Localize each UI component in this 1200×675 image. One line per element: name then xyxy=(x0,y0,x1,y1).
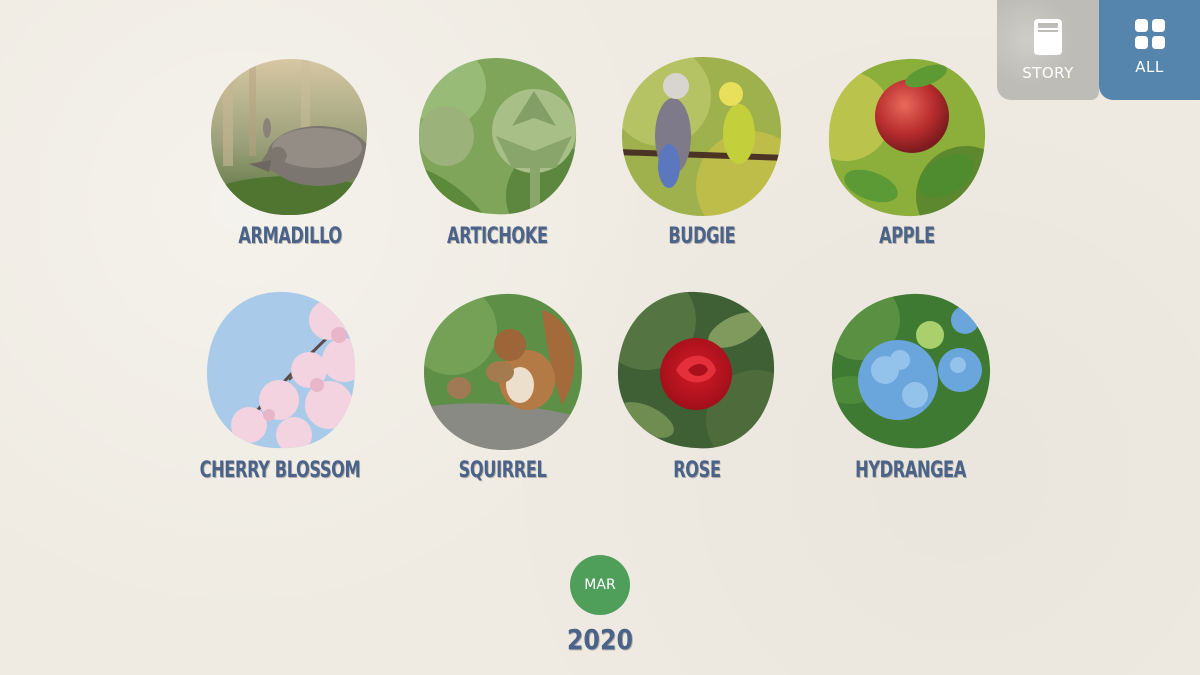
apple-photo xyxy=(826,56,988,218)
item-cherry-blossom[interactable]: CHERRY BLOSSOM xyxy=(199,290,361,482)
budgie-photo xyxy=(621,56,783,218)
item-label: BUDGIE xyxy=(668,224,736,249)
squirrel-photo xyxy=(422,290,584,452)
story-button[interactable]: STORY xyxy=(997,0,1099,100)
artichoke-photo xyxy=(416,56,578,218)
hydrangea-photo xyxy=(830,290,992,452)
all-button[interactable]: ALL xyxy=(1099,0,1200,100)
item-label: ROSE xyxy=(673,458,721,483)
item-artichoke[interactable]: ARTICHOKE xyxy=(416,56,578,248)
grid-icon xyxy=(1134,18,1166,50)
item-label: CHERRY BLOSSOM xyxy=(199,458,361,483)
rose-photo xyxy=(616,290,778,452)
item-hydrangea[interactable]: HYDRANGEA xyxy=(830,290,992,482)
item-label: ARMADILLO xyxy=(238,224,342,249)
item-label: HYDRANGEA xyxy=(855,458,967,483)
month-badge[interactable]: MAR xyxy=(570,555,630,615)
item-rose[interactable]: ROSE xyxy=(616,290,778,482)
item-apple[interactable]: APPLE xyxy=(826,56,988,248)
year-label: 2020 xyxy=(566,623,634,656)
month-label: MAR xyxy=(584,577,616,593)
item-armadillo[interactable]: ARMADILLO xyxy=(209,56,371,248)
item-budgie[interactable]: BUDGIE xyxy=(621,56,783,248)
item-label: APPLE xyxy=(879,224,935,249)
item-label: ARTICHOKE xyxy=(446,224,548,249)
all-label: ALL xyxy=(1135,58,1164,76)
cherry-blossom-photo xyxy=(199,290,361,452)
item-squirrel[interactable]: SQUIRREL xyxy=(422,290,584,482)
story-label: STORY xyxy=(1022,64,1074,82)
item-label: SQUIRREL xyxy=(459,458,547,483)
book-icon xyxy=(1032,18,1064,56)
armadillo-photo xyxy=(209,56,371,218)
